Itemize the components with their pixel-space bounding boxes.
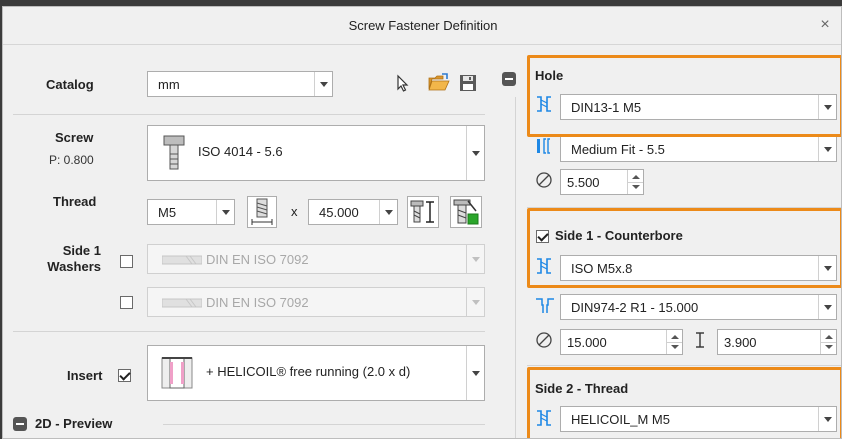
insert-label: Insert (67, 368, 103, 383)
select-cursor-icon[interactable] (395, 74, 411, 92)
screw-depth-icon[interactable] (407, 196, 439, 228)
thread-length-select[interactable]: 45.000 (308, 199, 398, 225)
fit-select[interactable]: Medium Fit - 5.5 (560, 136, 837, 162)
washer-2-select[interactable]: DIN EN ISO 7092 (147, 287, 485, 317)
diameter-icon (535, 171, 553, 189)
divider (13, 331, 485, 332)
chevron-down-icon[interactable] (466, 346, 484, 400)
thread-size-select[interactable]: M5 (147, 199, 235, 225)
catalog-label: Catalog (46, 77, 94, 92)
diameter-icon (535, 331, 553, 349)
depth-icon (693, 331, 707, 349)
times-sign: x (291, 204, 298, 219)
washer-icon (162, 255, 202, 265)
catalog-select[interactable]: mm (147, 71, 333, 97)
washer-1-value: DIN EN ISO 7092 (206, 252, 309, 267)
chevron-down-icon[interactable] (314, 72, 332, 96)
washers-label-line1: Side 1 (62, 243, 101, 258)
screw-bolt-icon (162, 134, 186, 172)
counterbore-diameter-value: 15.000 (567, 335, 607, 350)
insert-checkbox[interactable] (118, 369, 131, 382)
counterbore-depth-input[interactable]: 3.900 (717, 329, 837, 355)
counterbore-depth-value: 3.900 (724, 335, 757, 350)
catalog-value: mm (158, 77, 180, 92)
washer-2-value: DIN EN ISO 7092 (206, 295, 309, 310)
screw-pitch: P: 0.800 (49, 153, 94, 167)
counterbore-standard-value: DIN974-2 R1 - 15.000 (571, 300, 699, 315)
screw-fastener-dialog: Screw Fastener Definition × Catalog mm S… (2, 6, 842, 439)
chevron-down-icon[interactable] (466, 126, 484, 180)
highlight-side1 (527, 208, 841, 288)
counterbore-diameter-input[interactable]: 15.000 (560, 329, 683, 355)
chevron-down-icon[interactable] (818, 295, 836, 319)
thread-length-value: 45.000 (319, 205, 359, 220)
insert-value: + HELICOIL® free running (2.0 x d) (206, 364, 411, 379)
divider (13, 114, 485, 115)
thread-label: Thread (53, 194, 97, 209)
open-folder-icon[interactable] (428, 73, 450, 93)
fit-icon (535, 138, 553, 154)
screw-insert-green-icon[interactable] (450, 196, 482, 228)
chevron-down-icon[interactable] (818, 137, 836, 161)
thread-length-icon[interactable] (247, 196, 277, 228)
washers-label: Side 1 Washers (33, 243, 101, 275)
panel-splitter (515, 97, 516, 438)
close-icon[interactable]: × (815, 15, 835, 35)
chevron-down-icon (466, 245, 484, 273)
counterbore-standard-select[interactable]: DIN974-2 R1 - 15.000 (560, 294, 837, 320)
divider (163, 424, 485, 425)
divider (527, 365, 841, 366)
screw-value: ISO 4014 - 5.6 (198, 144, 283, 159)
insert-select[interactable]: + HELICOIL® free running (2.0 x d) (147, 345, 485, 401)
counterbore-icon (535, 297, 555, 315)
fit-value: Medium Fit - 5.5 (571, 142, 665, 157)
highlight-hole (527, 55, 841, 137)
screw-label: Screw (55, 130, 94, 145)
chevron-down-icon (466, 288, 484, 316)
screw-select[interactable]: ISO 4014 - 5.6 (147, 125, 485, 181)
highlight-side2 (527, 367, 841, 438)
collapse-preview-icon[interactable] (13, 417, 27, 431)
preview-label: 2D - Preview (35, 416, 113, 431)
washer-2-checkbox[interactable] (120, 296, 133, 309)
washers-label-line2: Washers (47, 259, 101, 274)
washer-icon (162, 298, 202, 308)
hole-diameter-value: 5.500 (567, 175, 600, 190)
dialog-title: Screw Fastener Definition (348, 18, 498, 33)
title-bar[interactable]: Screw Fastener Definition × (3, 7, 841, 45)
save-icon[interactable] (459, 74, 477, 92)
chevron-down-icon[interactable] (216, 200, 234, 224)
washer-1-select[interactable]: DIN EN ISO 7092 (147, 244, 485, 274)
collapse-right-panel-icon[interactable] (502, 72, 516, 86)
chevron-down-icon[interactable] (379, 200, 397, 224)
hole-diameter-input[interactable]: 5.500 (560, 169, 644, 195)
washer-1-checkbox[interactable] (120, 255, 133, 268)
helicoil-insert-icon (160, 354, 194, 392)
thread-size-value: M5 (158, 205, 177, 220)
